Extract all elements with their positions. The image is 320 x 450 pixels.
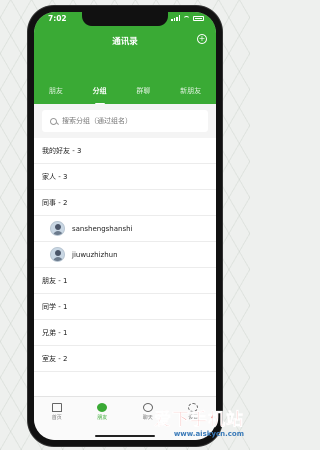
group-row[interactable]: 同事 - 2 — [34, 190, 216, 216]
search-input[interactable] — [62, 117, 182, 125]
group-row[interactable]: 家人 - 3 — [34, 164, 216, 190]
group-row[interactable]: 朋友 - 1 — [34, 268, 216, 294]
chat-icon — [142, 403, 153, 412]
tabbar-label: 首页 — [51, 415, 62, 421]
phone-screen: 7:02 通讯录 + 朋友 分组 群聊 新朋友 我的好友 - 3 家 — [34, 12, 216, 440]
friends-icon — [97, 403, 108, 412]
group-list: 我的好友 - 3 家人 - 3 同事 - 2 sanshengshanshi j… — [34, 138, 216, 372]
status-time: 7:02 — [48, 14, 67, 23]
avatar — [50, 247, 65, 262]
tab-group-chats[interactable]: 群聊 — [136, 86, 150, 106]
plus-circle-icon[interactable]: + — [197, 34, 207, 44]
tabbar-label: 聊天 — [142, 415, 153, 421]
avatar — [50, 221, 65, 236]
search-bar[interactable] — [42, 110, 208, 132]
group-row[interactable]: 兄弟 - 1 — [34, 320, 216, 346]
phone-frame: 7:02 通讯录 + 朋友 分组 群聊 新朋友 我的好友 - 3 家 — [28, 6, 222, 446]
contact-row[interactable]: jiuwuzhizhun — [34, 242, 216, 268]
status-icons — [171, 15, 204, 21]
home-icon — [51, 403, 62, 412]
search-icon — [50, 117, 57, 125]
contact-row[interactable]: sanshengshanshi — [34, 216, 216, 242]
group-row[interactable]: 室友 - 2 — [34, 346, 216, 372]
tab-groups[interactable]: 分组 — [93, 86, 107, 106]
page-title: 通讯录 — [112, 37, 138, 47]
watermark-url: www.aiskycn.com — [173, 430, 244, 438]
group-row[interactable]: 我的好友 - 3 — [34, 138, 216, 164]
site-watermark: 爱下手机站 www.aiskycn.com — [154, 405, 244, 438]
group-row[interactable]: 同学 - 1 — [34, 294, 216, 320]
battery-icon — [193, 15, 204, 21]
phone-notch — [82, 12, 168, 26]
signal-icon — [171, 15, 180, 21]
tab-new-friends[interactable]: 新朋友 — [180, 86, 201, 106]
tabbar-home[interactable]: 首页 — [42, 403, 72, 440]
tab-bar-top: 朋友 分组 群聊 新朋友 — [34, 86, 216, 106]
watermark-logo: 爱下手机站 — [154, 410, 244, 431]
wifi-icon — [183, 15, 190, 21]
tabbar-label: 朋友 — [97, 415, 108, 421]
home-indicator — [95, 434, 155, 437]
contact-name: jiuwuzhizhun — [72, 250, 118, 259]
tab-friends[interactable]: 朋友 — [49, 86, 63, 106]
search-area — [34, 104, 216, 138]
contact-name: sanshengshanshi — [72, 224, 133, 233]
